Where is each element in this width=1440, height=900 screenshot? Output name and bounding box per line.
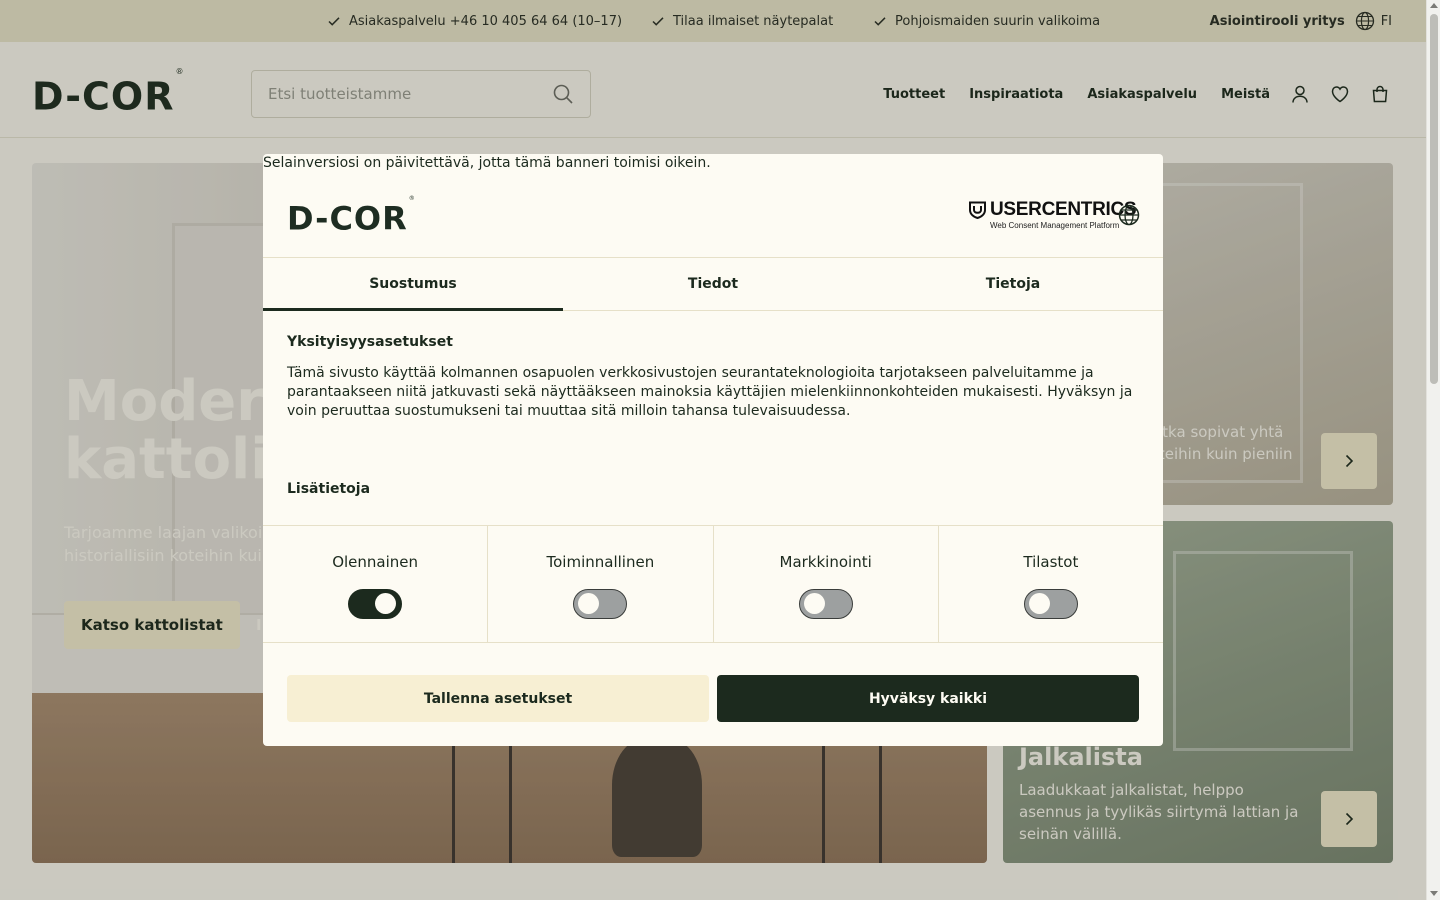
category-marketing: Markkinointi [714, 526, 939, 642]
scroll-up-arrow[interactable] [1430, 3, 1438, 8]
dialog-logo-mark: ® [408, 195, 416, 202]
more-info-link[interactable]: Lisätietoja [287, 481, 370, 497]
category-label: Tilastot [1023, 553, 1079, 571]
scroll-down-arrow[interactable] [1430, 891, 1438, 896]
toggle-knob [578, 593, 600, 614]
cookie-consent-dialog: Selainversiosi on päivitettävä, jotta tä… [263, 154, 1163, 746]
privacy-description: Tämä sivusto käyttää kolmannen osapuolen… [287, 365, 1133, 419]
browser-update-warning: Selainversiosi on päivitettävä, jotta tä… [263, 155, 711, 171]
essential-toggle[interactable] [348, 589, 403, 619]
consent-tabs: Suostumus Tiedot Tietoja [263, 257, 1163, 311]
toggle-knob [803, 593, 825, 614]
tab-consent[interactable]: Suostumus [263, 258, 563, 311]
category-label: Olennainen [332, 553, 419, 571]
tab-details[interactable]: Tiedot [563, 258, 863, 310]
category-statistics: Tilastot [939, 526, 1163, 642]
functional-toggle[interactable] [573, 589, 628, 619]
tab-about[interactable]: Tietoja [863, 258, 1163, 310]
language-globe-icon[interactable] [1118, 204, 1140, 226]
usercentrics-branding[interactable]: USERCENTRICS Web Consent Management Plat… [969, 199, 1137, 231]
consent-categories: Olennainen Toiminnallinen Markkinointi T… [263, 525, 1163, 643]
dialog-logo-text: D-COR [287, 199, 408, 238]
usercentrics-shield-icon [969, 201, 986, 219]
privacy-settings-heading: Yksityisyysasetukset [287, 334, 453, 350]
accept-all-button[interactable]: Hyväksy kaikki [717, 675, 1139, 722]
statistics-toggle[interactable] [1023, 589, 1078, 619]
save-settings-button[interactable]: Tallenna asetukset [287, 675, 709, 722]
page-scrollbar[interactable] [1426, 0, 1440, 900]
category-functional: Toiminnallinen [488, 526, 714, 642]
toggle-knob [375, 593, 397, 614]
category-label: Toiminnallinen [546, 553, 655, 571]
scrollbar-thumb[interactable] [1430, 14, 1438, 384]
dialog-logo: D-COR® [287, 195, 416, 238]
category-label: Markkinointi [779, 553, 872, 571]
category-essential: Olennainen [263, 526, 489, 642]
toggle-knob [1028, 593, 1050, 614]
usercentrics-wordmark: USERCENTRICS Web Consent Management Plat… [990, 199, 1137, 231]
usercentrics-name: USERCENTRICS [990, 199, 1137, 220]
usercentrics-tagline: Web Consent Management Platform [990, 221, 1120, 230]
marketing-toggle[interactable] [798, 589, 853, 619]
